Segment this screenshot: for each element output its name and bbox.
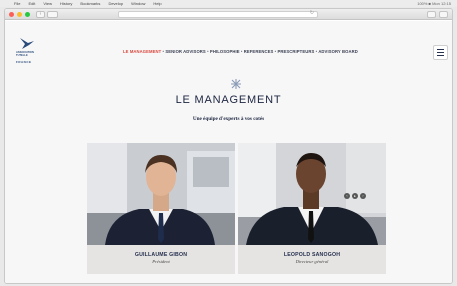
menu-bookmarks[interactable]: Bookmarks <box>80 1 100 6</box>
bird-logo-icon <box>20 38 34 49</box>
team-card[interactable]: GUILLAUME GIBON Président <box>87 143 235 274</box>
minimize-window-button[interactable] <box>17 11 22 17</box>
close-window-button[interactable] <box>9 11 14 17</box>
nav-philosophie[interactable]: PHILOSOPHIE <box>210 49 240 54</box>
menu-history[interactable]: History <box>60 1 72 6</box>
menubar-status: 100% ■ Mon 12:15 <box>417 1 451 6</box>
person-role: Président <box>152 259 170 264</box>
hamburger-menu-button[interactable] <box>433 45 448 60</box>
menu-view[interactable]: View <box>43 1 52 6</box>
tabs-button[interactable] <box>439 10 448 18</box>
browser-toolbar: ‹ ↻ <box>5 9 452 20</box>
reload-icon[interactable]: ↻ <box>310 10 314 16</box>
main-nav: LE MANAGEMENT • SENIOR ADVISORS • PHILOS… <box>123 49 358 54</box>
nav-senior-advisors[interactable]: SENIOR ADVISORS <box>165 49 205 54</box>
card-caption: GUILLAUME GIBON Président <box>87 245 235 274</box>
person-name: LEOPOLD SANOGOH <box>283 252 341 258</box>
menu-develop[interactable]: Develop <box>108 1 123 6</box>
logo-text: ASSOCIATION TUTELLE <box>16 51 34 57</box>
system-menubar: File Edit View History Bookmarks Develop… <box>0 0 457 7</box>
hamburger-line <box>437 51 444 54</box>
menu-file[interactable]: File <box>14 1 20 6</box>
zoom-window-button[interactable] <box>25 11 30 17</box>
nav-le-management[interactable]: LE MANAGEMENT <box>123 49 161 54</box>
media-controls[interactable]: ‹ ▸ › <box>344 193 366 199</box>
menu-help[interactable]: Help <box>153 1 161 6</box>
hamburger-line <box>437 49 444 51</box>
window-controls <box>9 11 30 17</box>
ornament-icon <box>231 79 241 89</box>
person-name: GUILLAUME GIBON <box>134 252 188 258</box>
browser-window: ‹ ↻ ASSOCIATION TUTELLE FRANCE LE MANAGE… <box>4 8 453 284</box>
hamburger-line <box>437 54 444 56</box>
media-play-icon[interactable]: ▸ <box>352 193 358 199</box>
page-subtitle: Une équipe d'experts à vos cotés <box>192 116 265 122</box>
nav-advisory-board[interactable]: ADVISORY BOARD <box>318 49 358 54</box>
media-next-icon[interactable]: › <box>360 193 366 199</box>
nav-references[interactable]: REFERENCES <box>244 49 274 54</box>
nav-prescripteurs[interactable]: PRESCRIPTEURS <box>277 49 314 54</box>
address-bar[interactable]: ↻ <box>118 10 318 18</box>
sidebar-toggle-button[interactable] <box>47 10 58 18</box>
menu-window[interactable]: Window <box>131 1 145 6</box>
logo-subtext: FRANCE <box>16 60 32 64</box>
card-caption: LEOPOLD SANOGOH Directeur général <box>238 245 386 274</box>
portrait-photo <box>87 143 235 245</box>
web-page: ASSOCIATION TUTELLE FRANCE LE MANAGEMENT… <box>5 21 452 283</box>
team-card[interactable]: ‹ ▸ › LEOPOLD SANOGOH Directeur général <box>238 143 386 274</box>
menu-edit[interactable]: Edit <box>28 1 35 6</box>
portrait-photo: ‹ ▸ › <box>238 143 386 245</box>
back-button[interactable]: ‹ <box>36 10 45 18</box>
toolbar-right <box>427 10 448 18</box>
page-title: LE MANAGEMENT <box>175 94 282 106</box>
person-role: Directeur général <box>295 259 329 264</box>
site-logo[interactable]: ASSOCIATION TUTELLE FRANCE <box>16 37 46 65</box>
media-prev-icon[interactable]: ‹ <box>344 193 350 199</box>
share-button[interactable] <box>427 10 436 18</box>
